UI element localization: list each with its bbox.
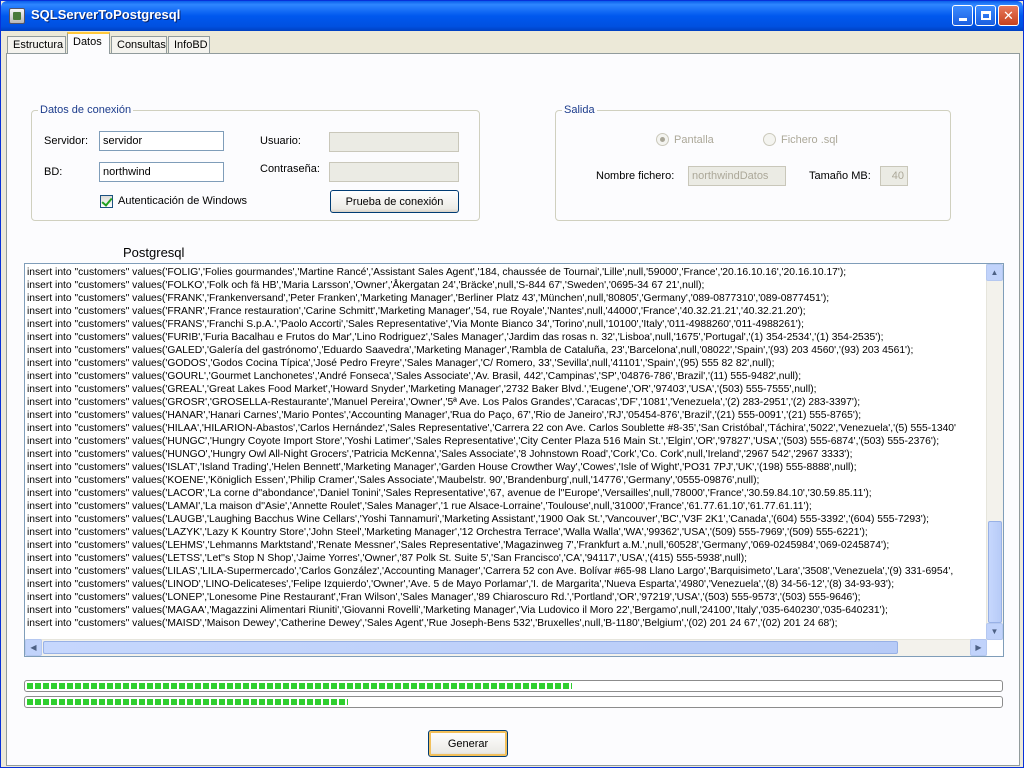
windows-auth-label: Autenticación de Windows bbox=[118, 195, 248, 207]
app-window: SQLServerToPostgresql ✕ Estructura Datos… bbox=[0, 0, 1024, 768]
console-line: insert into "customers" values('KOENE','… bbox=[27, 475, 760, 486]
screen-radio-label: Pantalla bbox=[674, 134, 714, 146]
password-label: Contraseña: bbox=[260, 163, 320, 175]
output-legend: Salida bbox=[564, 104, 595, 116]
console-line: insert into "customers" values('LEHMS','… bbox=[27, 540, 890, 551]
datos-panel: Datos de conexión Servidor: BD: Usuario:… bbox=[6, 53, 1020, 766]
window-title: SQLServerToPostgresql bbox=[31, 7, 181, 22]
tab-estructura[interactable]: Estructura bbox=[7, 36, 66, 54]
tab-consultas[interactable]: Consultas bbox=[111, 36, 167, 54]
scroll-down-icon[interactable]: ▼ bbox=[986, 623, 1003, 640]
console-lines: insert into "customers" values('FOLIG','… bbox=[27, 266, 985, 640]
generate-button[interactable]: Generar bbox=[428, 730, 508, 757]
filename-input[interactable] bbox=[688, 166, 786, 186]
console-line: insert into "customers" values('FRANR','… bbox=[27, 306, 806, 317]
close-button[interactable]: ✕ bbox=[998, 5, 1019, 26]
file-radio[interactable] bbox=[763, 133, 776, 146]
user-label: Usuario: bbox=[260, 135, 301, 147]
db-input[interactable] bbox=[99, 162, 224, 182]
console-line: insert into "customers" values('GOURL','… bbox=[27, 371, 802, 382]
console-line: insert into "customers" values('FRANS','… bbox=[27, 319, 804, 330]
console-line: insert into "customers" values('LAMAI','… bbox=[27, 501, 812, 512]
tab-datos[interactable]: Datos bbox=[67, 32, 110, 54]
db-label: BD: bbox=[44, 166, 63, 178]
progress-bar-1-fill bbox=[27, 683, 572, 689]
scroll-right-icon[interactable]: ▶ bbox=[970, 639, 987, 656]
console-line: insert into "customers" values('FRANK','… bbox=[27, 293, 830, 304]
console-line: insert into "customers" values('HUNGO','… bbox=[27, 449, 853, 460]
connection-legend: Datos de conexión bbox=[40, 104, 132, 116]
close-icon: ✕ bbox=[1003, 7, 1014, 23]
scroll-left-icon[interactable]: ◀ bbox=[25, 639, 42, 656]
scroll-up-icon[interactable]: ▲ bbox=[986, 264, 1003, 281]
server-label: Servidor: bbox=[44, 135, 89, 147]
console-line: insert into "customers" values('FOLIG','… bbox=[27, 267, 847, 278]
app-icon[interactable] bbox=[9, 8, 25, 24]
maximize-button[interactable] bbox=[975, 5, 996, 26]
output-textarea[interactable]: insert into "customers" values('FOLIG','… bbox=[24, 263, 1004, 657]
title-bar[interactable]: SQLServerToPostgresql ✕ bbox=[1, 1, 1023, 31]
console-line: insert into "customers" values('FOLKO','… bbox=[27, 280, 705, 291]
vertical-scrollbar[interactable]: ▲ ▼ bbox=[986, 264, 1003, 640]
console-line: insert into "customers" values('GREAL','… bbox=[27, 384, 817, 395]
progress-bar-2 bbox=[24, 696, 1003, 708]
console-line: insert into "customers" values('GODOS','… bbox=[27, 358, 775, 369]
maximize-icon bbox=[980, 11, 991, 20]
size-input[interactable] bbox=[880, 166, 908, 186]
password-input[interactable] bbox=[329, 162, 459, 182]
filename-label: Nombre fichero: bbox=[596, 170, 675, 182]
minimize-icon bbox=[958, 18, 967, 21]
console-line: insert into "customers" values('LAUGB','… bbox=[27, 514, 930, 525]
server-input[interactable] bbox=[99, 131, 224, 151]
console-line: insert into "customers" values('MAISD','… bbox=[27, 618, 838, 629]
progress-bar-1 bbox=[24, 680, 1003, 692]
horizontal-scroll-thumb[interactable] bbox=[43, 641, 898, 654]
vertical-scroll-thumb[interactable] bbox=[988, 521, 1002, 623]
console-line: insert into "customers" values('LONEP','… bbox=[27, 592, 861, 603]
console-title: Postgresql bbox=[123, 245, 185, 260]
console-line: insert into "customers" values('LAZYK','… bbox=[27, 527, 868, 538]
size-label: Tamaño MB: bbox=[809, 170, 871, 182]
console-line: insert into "customers" values('HILAA','… bbox=[27, 423, 956, 434]
console-line: insert into "customers" values('LETSS','… bbox=[27, 553, 748, 564]
screen-radio[interactable] bbox=[656, 133, 669, 146]
console-line: insert into "customers" values('FURIB','… bbox=[27, 332, 884, 343]
console-line: insert into "customers" values('LILAS','… bbox=[27, 566, 954, 577]
console-line: insert into "customers" values('LACOR','… bbox=[27, 488, 872, 499]
console-line: insert into "customers" values('MAGAA','… bbox=[27, 605, 888, 616]
file-radio-label: Fichero .sql bbox=[781, 134, 838, 146]
progress-bar-2-fill bbox=[27, 699, 348, 705]
console-line: insert into "customers" values('GROSR','… bbox=[27, 397, 861, 408]
windows-auth-checkbox[interactable] bbox=[100, 195, 113, 208]
tab-infobd[interactable]: InfoBD bbox=[168, 36, 210, 54]
console-line: insert into "customers" values('GALED','… bbox=[27, 345, 914, 356]
output-group: Salida bbox=[555, 104, 951, 221]
console-line: insert into "customers" values('HANAR','… bbox=[27, 410, 862, 421]
minimize-button[interactable] bbox=[952, 5, 973, 26]
console-line: insert into "customers" values('ISLAT','… bbox=[27, 462, 857, 473]
user-input[interactable] bbox=[329, 132, 459, 152]
console-line: insert into "customers" values('LINOD','… bbox=[27, 579, 895, 590]
horizontal-scrollbar[interactable]: ◀ ▶ bbox=[25, 639, 987, 656]
test-connection-button[interactable]: Prueba de conexión bbox=[330, 190, 459, 213]
console-line: insert into "customers" values('HUNGC','… bbox=[27, 436, 940, 447]
